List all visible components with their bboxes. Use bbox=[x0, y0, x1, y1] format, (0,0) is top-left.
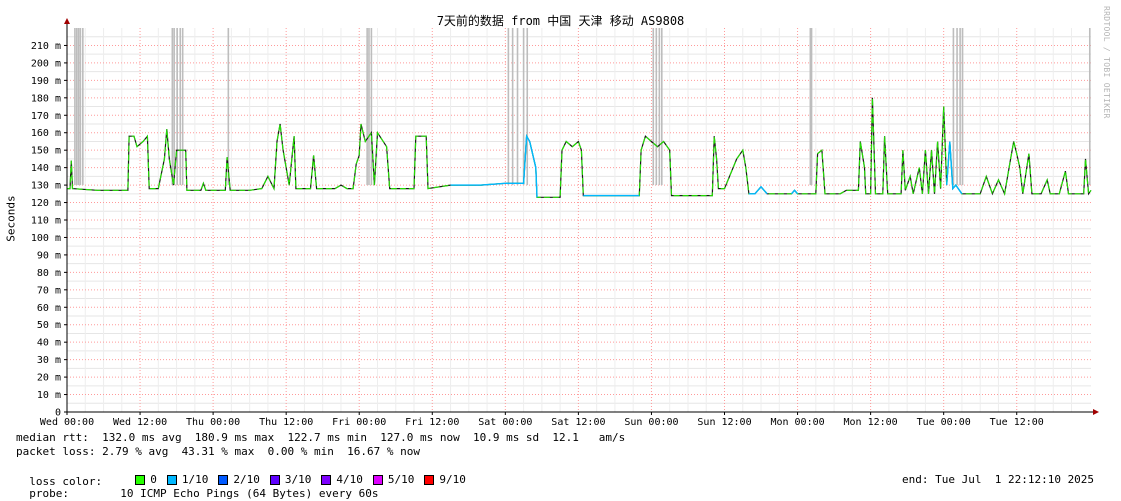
y-tick-label: 140 m bbox=[31, 163, 61, 174]
median-rtt-stats: median rtt: 132.0 ms avg 180.9 ms max 12… bbox=[16, 431, 626, 444]
probe-label: probe: bbox=[29, 487, 69, 500]
y-tick-label: 190 m bbox=[31, 76, 61, 87]
loss-color-text: 9/10 bbox=[439, 473, 466, 486]
packet-loss-stats: packet loss: 2.79 % avg 43.31 % max 0.00… bbox=[16, 445, 420, 458]
x-tick-label: Sat 12:00 bbox=[551, 417, 605, 428]
y-tick-label: 110 m bbox=[31, 216, 61, 227]
loss-color-text: 5/10 bbox=[387, 473, 415, 486]
x-tick-label: Thu 00:00 bbox=[186, 417, 240, 428]
y-tick-label: 100 m bbox=[31, 233, 61, 244]
x-tick-label: Sat 00:00 bbox=[478, 417, 532, 428]
loss-color-item: 5/10 bbox=[372, 473, 415, 487]
loss-color-swatch bbox=[424, 475, 435, 485]
y-tick-label: 60 m bbox=[37, 303, 61, 314]
probe-info: probe: 10 ICMP Echo Pings (64 Bytes) ever… bbox=[16, 473, 378, 501]
y-axis-label: Seconds bbox=[4, 195, 18, 242]
x-tick-label: Wed 00:00 bbox=[40, 417, 94, 428]
y-tick-label: 160 m bbox=[31, 128, 61, 139]
x-tick-label: Thu 12:00 bbox=[259, 417, 313, 428]
y-tick-label: 50 m bbox=[37, 320, 61, 331]
x-tick-labels: Wed 00:00 Wed 12:00 Thu 00:00 Thu 12:00 Fri … bbox=[40, 417, 1044, 428]
x-tick-label: Tue 00:00 bbox=[917, 417, 971, 428]
x-tick-label: Fri 00:00 bbox=[332, 417, 386, 428]
x-tick-label: Mon 00:00 bbox=[770, 417, 824, 428]
y-tick-label: 210 m bbox=[31, 41, 61, 52]
y-tick-label: 70 m bbox=[37, 285, 61, 296]
y-tick-label: 80 m bbox=[37, 268, 61, 279]
y-tick-label: 150 m bbox=[31, 146, 61, 157]
y-tick-label: 40 m bbox=[37, 338, 61, 349]
x-tick-label: Wed 12:00 bbox=[113, 417, 167, 428]
y-tick-label: 10 m bbox=[37, 390, 61, 401]
loss-color-item: 9/10 bbox=[424, 473, 466, 487]
x-tick-label: Mon 12:00 bbox=[844, 417, 898, 428]
y-tick-label: 130 m bbox=[31, 181, 61, 192]
x-axis-arrow bbox=[1093, 409, 1099, 415]
y-tick-label: 90 m bbox=[37, 250, 61, 261]
y-tick-labels: 010 m20 m30 m40 m50 m60 m70 m80 m90 m100… bbox=[31, 41, 61, 419]
y-tick-label: 30 m bbox=[37, 355, 61, 366]
chart-grid bbox=[66, 28, 1091, 412]
rtt-line-loss1 bbox=[790, 189, 799, 195]
smokeping-chart: 010 m20 m30 m40 m50 m60 m70 m80 m90 m100… bbox=[31, 18, 1099, 428]
x-tick-label: Tue 12:00 bbox=[990, 417, 1044, 428]
chart-title: 7天前的数据 from 中国 天津 移动 AS9808 bbox=[436, 14, 685, 28]
x-tick-label: Fri 12:00 bbox=[405, 417, 459, 428]
y-tick-label: 170 m bbox=[31, 111, 61, 122]
y-tick-label: 120 m bbox=[31, 198, 61, 209]
rtt-series bbox=[67, 97, 1092, 198]
x-tick-label: Sun 12:00 bbox=[697, 417, 751, 428]
end-timestamp: end: Tue Jul 1 22:12:10 2025 bbox=[902, 473, 1095, 486]
rtt-line-loss0 bbox=[67, 97, 1092, 198]
rrdtool-watermark: RRDTOOL / TOBI OETIKER bbox=[1102, 6, 1111, 119]
y-tick-label: 200 m bbox=[31, 58, 61, 69]
y-tick-label: 180 m bbox=[31, 93, 61, 104]
x-tick-label: Sun 00:00 bbox=[624, 417, 678, 428]
rtt-line-loss1 bbox=[748, 185, 768, 195]
y-tick-label: 20 m bbox=[37, 373, 61, 384]
